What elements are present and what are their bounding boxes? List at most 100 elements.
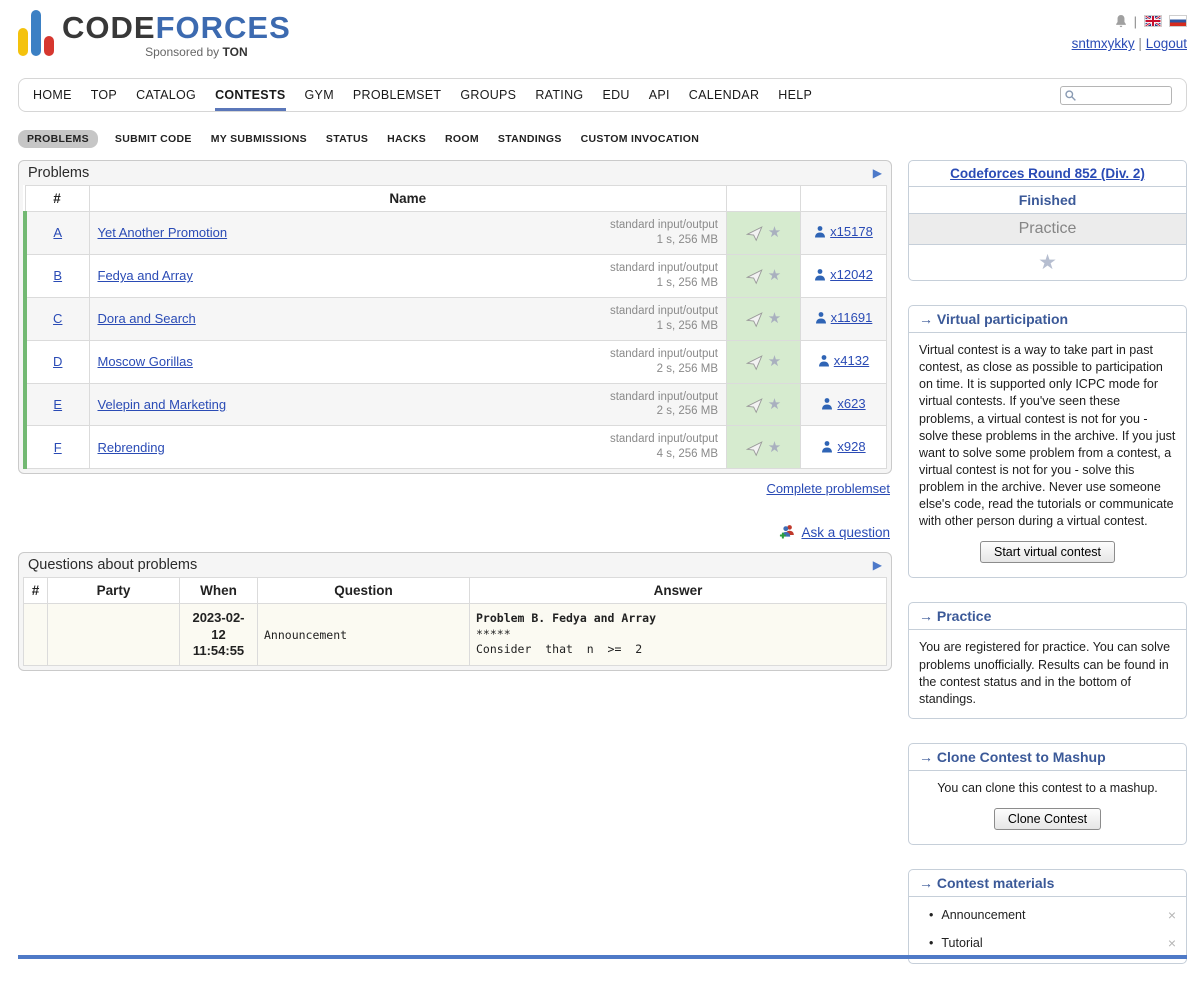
- question-row: 2023-02-12 11:54:55 Announcement Problem…: [24, 604, 887, 666]
- practice-text: You are registered for practice. You can…: [919, 639, 1176, 708]
- close-icon[interactable]: ×: [1168, 908, 1176, 922]
- column-header-answer: Answer: [470, 578, 887, 604]
- search-box: [1060, 86, 1172, 105]
- contest-subnav: PROBLEMS SUBMIT CODE MY SUBMISSIONS STAT…: [18, 130, 1187, 148]
- complete-problemset-link[interactable]: Complete problemset: [766, 481, 890, 496]
- problems-box: Problems ▶ # Name A: [18, 160, 892, 474]
- logo-bars-icon: [18, 10, 54, 58]
- nav-help[interactable]: HELP: [778, 79, 812, 111]
- nav-edu[interactable]: EDU: [602, 79, 629, 111]
- problem-index-link[interactable]: A: [53, 225, 62, 240]
- nav-catalog[interactable]: CATALOG: [136, 79, 196, 111]
- flag-ru-icon[interactable]: [1169, 15, 1187, 27]
- nav-home[interactable]: HOME: [33, 79, 72, 111]
- favorite-star-icon[interactable]: ★: [768, 353, 781, 370]
- nav-groups[interactable]: GROUPS: [460, 79, 516, 111]
- subnav-submit-code[interactable]: SUBMIT CODE: [113, 130, 194, 148]
- subnav-my-submissions[interactable]: MY SUBMISSIONS: [209, 130, 309, 148]
- solved-count-link[interactable]: x623: [821, 396, 865, 411]
- problem-row-f: F Rebrending standard input/output4 s, 2…: [25, 426, 887, 469]
- logo-sponsor: Sponsored by TON: [62, 43, 291, 58]
- submit-plane-icon[interactable]: [746, 268, 763, 285]
- submit-plane-icon[interactable]: [746, 311, 763, 328]
- contest-title-link[interactable]: Codeforces Round 852 (Div. 2): [950, 166, 1145, 181]
- nav-api[interactable]: API: [649, 79, 670, 111]
- questions-caption: Questions about problems: [28, 557, 197, 573]
- submit-plane-icon[interactable]: [746, 397, 763, 414]
- problem-index-link[interactable]: D: [53, 354, 62, 369]
- ask-question-link[interactable]: Ask a question: [801, 525, 890, 540]
- question-answer: Problem B. Fedya and Array ***** Conside…: [470, 604, 887, 666]
- sidebar: Codeforces Round 852 (Div. 2) Finished P…: [908, 160, 1187, 988]
- subnav-problems[interactable]: PROBLEMS: [18, 130, 98, 148]
- favorite-contest-star-icon[interactable]: ★: [1038, 251, 1057, 274]
- problem-title-link[interactable]: Rebrending: [98, 440, 165, 455]
- material-tutorial-link[interactable]: Tutorial: [941, 936, 982, 950]
- nav-calendar[interactable]: CALENDAR: [689, 79, 759, 111]
- problem-title-link[interactable]: Yet Another Promotion: [98, 225, 228, 240]
- submit-plane-icon[interactable]: [746, 225, 763, 242]
- nav-gym[interactable]: GYM: [305, 79, 334, 111]
- solved-count-link[interactable]: x928: [821, 439, 865, 454]
- favorite-star-icon[interactable]: ★: [768, 267, 781, 284]
- column-header-question: Question: [258, 578, 470, 604]
- favorite-star-icon[interactable]: ★: [768, 439, 781, 456]
- search-icon: [1064, 89, 1077, 102]
- header: CODEFORCES Sponsored by TON |: [18, 0, 1187, 72]
- submit-plane-icon[interactable]: [746, 354, 763, 371]
- problem-row-d: D Moscow Gorillas standard input/output2…: [25, 340, 887, 383]
- subnav-room[interactable]: ROOM: [443, 130, 481, 148]
- subnav-hacks[interactable]: HACKS: [385, 130, 428, 148]
- contest-materials-box: → Contest materials • Announcement × • T…: [908, 869, 1187, 964]
- username-link[interactable]: sntmxykky: [1072, 36, 1135, 51]
- column-header-name: Name: [89, 186, 727, 212]
- material-announcement-link[interactable]: Announcement: [941, 908, 1025, 922]
- questions-box: Questions about problems ▶ # Party When …: [18, 552, 892, 671]
- material-item: • Tutorial ×: [909, 929, 1186, 957]
- subnav-standings[interactable]: STANDINGS: [496, 130, 564, 148]
- solved-count-link[interactable]: x11691: [815, 310, 873, 325]
- problem-title-link[interactable]: Fedya and Array: [98, 268, 193, 283]
- favorite-star-icon[interactable]: ★: [768, 396, 781, 413]
- problem-index-link[interactable]: E: [53, 397, 62, 412]
- contest-materials-title: → Contest materials: [909, 870, 1186, 897]
- bell-icon[interactable]: [1115, 14, 1127, 28]
- material-item: • Announcement ×: [909, 901, 1186, 929]
- solved-count-link[interactable]: x15178: [814, 224, 873, 239]
- clone-mashup-box: → Clone Contest to Mashup You can clone …: [908, 743, 1187, 845]
- favorite-star-icon[interactable]: ★: [768, 224, 781, 241]
- expand-arrow-icon[interactable]: ▶: [873, 166, 882, 180]
- problem-constraints: standard input/output4 s, 256 MB: [610, 432, 718, 462]
- expand-arrow-icon[interactable]: ▶: [873, 558, 882, 572]
- flag-en-icon[interactable]: [1144, 15, 1162, 27]
- favorite-star-icon[interactable]: ★: [768, 310, 781, 327]
- solved-count-link[interactable]: x12042: [814, 267, 873, 282]
- problem-title-link[interactable]: Dora and Search: [98, 311, 196, 326]
- problem-index-link[interactable]: B: [53, 268, 62, 283]
- solved-count-link[interactable]: x4132: [818, 353, 869, 368]
- clone-contest-button[interactable]: Clone Contest: [994, 808, 1101, 830]
- submit-plane-icon[interactable]: [746, 440, 763, 457]
- subnav-custom-invocation[interactable]: CUSTOM INVOCATION: [579, 130, 701, 148]
- logout-link[interactable]: Logout: [1146, 36, 1187, 51]
- subnav-status[interactable]: STATUS: [324, 130, 370, 148]
- logo-text: CODEFORCES Sponsored by TON: [62, 12, 291, 58]
- column-header-index: #: [25, 186, 89, 212]
- nav-top[interactable]: TOP: [91, 79, 117, 111]
- logo-code: CODE: [62, 10, 156, 45]
- person-icon: [815, 311, 827, 324]
- problem-title-link[interactable]: Moscow Gorillas: [98, 354, 193, 369]
- nav-rating[interactable]: RATING: [535, 79, 583, 111]
- close-icon[interactable]: ×: [1168, 936, 1176, 950]
- nav-contests[interactable]: CONTESTS: [215, 79, 285, 111]
- problem-title-link[interactable]: Velepin and Marketing: [98, 397, 227, 412]
- column-header-actions: [727, 186, 801, 212]
- start-virtual-contest-button[interactable]: Start virtual contest: [980, 541, 1115, 563]
- practice-title: → Practice: [909, 603, 1186, 630]
- virtual-participation-box: → Virtual participation Virtual contest …: [908, 305, 1187, 578]
- problem-index-link[interactable]: F: [54, 440, 62, 455]
- nav-problemset[interactable]: PROBLEMSET: [353, 79, 441, 111]
- bullet: •: [929, 908, 933, 922]
- codeforces-logo[interactable]: CODEFORCES Sponsored by TON: [18, 10, 291, 58]
- problem-index-link[interactable]: C: [53, 311, 62, 326]
